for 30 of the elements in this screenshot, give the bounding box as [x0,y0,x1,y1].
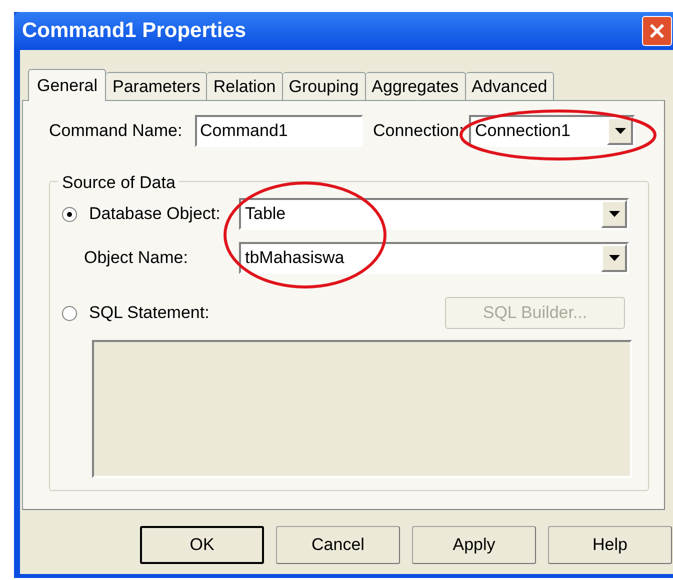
close-button[interactable] [642,16,672,46]
dropdown-field[interactable]: tbMahasiswa [239,242,629,274]
window-title: Command1 Properties [22,18,246,44]
dropdown-button[interactable] [607,117,633,145]
radio-button[interactable] [62,306,77,320]
caret-down-icon [614,128,626,134]
tab[interactable]: Grouping [282,72,366,100]
tab[interactable]: Parameters [106,72,208,100]
dropdown-button[interactable] [601,244,627,272]
dialog-button[interactable]: OK [140,526,264,564]
radio-button[interactable] [62,206,77,222]
dialog-button[interactable]: Help [548,526,672,564]
close-icon [649,23,665,39]
caret-down-icon [608,211,620,217]
tab[interactable]: Relation [207,72,283,100]
dialog-button[interactable]: Cancel [276,526,400,564]
field-label: Connection: [373,120,465,142]
option-label: Database Object: [89,203,222,226]
dialog-button[interactable]: Apply [412,526,536,564]
tab[interactable]: Advanced [466,72,554,100]
caret-down-icon [608,255,620,261]
field-label: Command Name: [49,120,184,142]
option-label: SQL Statement: [89,302,210,324]
dropdown-field[interactable]: Table [239,198,629,230]
field-label: Object Name: [84,247,189,270]
tab[interactable]: General [28,69,106,101]
dropdown-button[interactable] [601,200,627,228]
tab[interactable]: Aggregates [366,72,466,100]
dropdown-field[interactable]: Connection1 [469,115,635,147]
input-field[interactable]: Command1 [195,115,363,147]
